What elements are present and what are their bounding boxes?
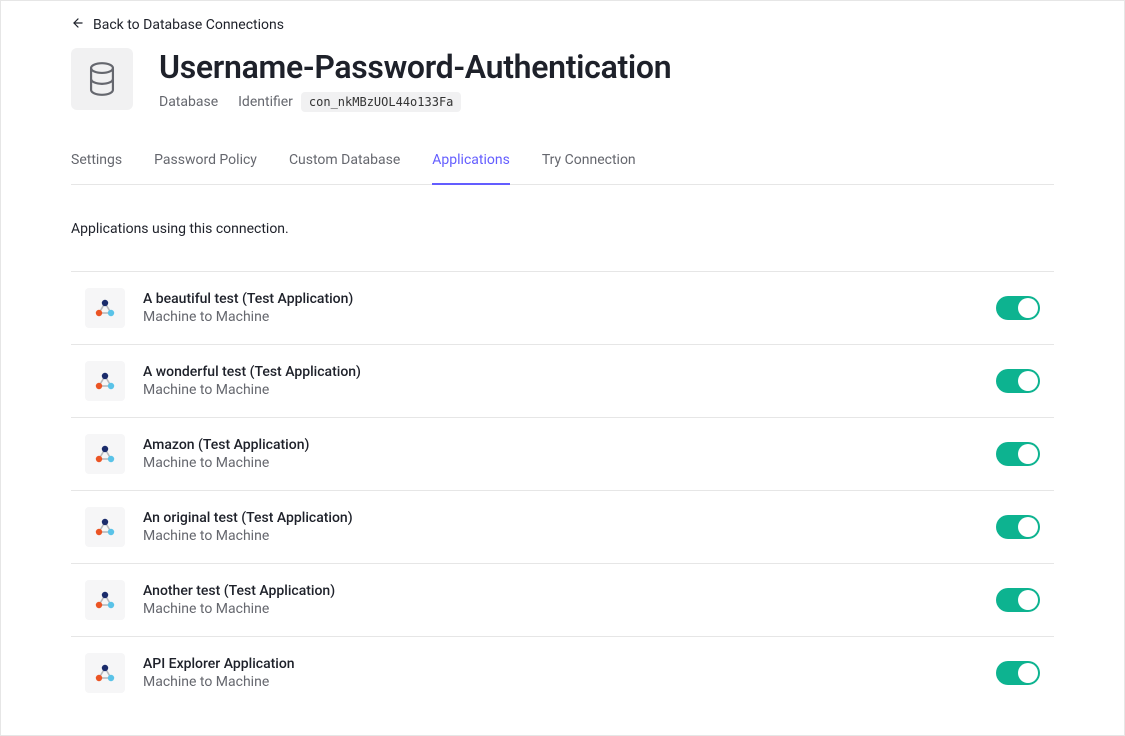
tab-bar: Settings Password Policy Custom Database Ap… (71, 152, 1054, 185)
arrow-left-icon (71, 16, 85, 34)
identifier-label: Identifier (238, 94, 293, 110)
application-name: API Explorer Application (143, 656, 978, 672)
tab-custom-database[interactable]: Custom Database (289, 152, 400, 184)
toggle-knob (1018, 590, 1038, 610)
application-info: A beautiful test (Test Application) Machi… (143, 291, 978, 325)
application-row: A wonderful test (Test Application) Machi… (71, 345, 1054, 418)
application-icon (85, 288, 125, 328)
application-row: API Explorer Application Machine to Machi… (71, 637, 1054, 709)
database-icon (71, 48, 133, 110)
application-toggle[interactable] (996, 588, 1040, 612)
application-type: Machine to Machine (143, 601, 978, 617)
application-toggle[interactable] (996, 296, 1040, 320)
application-toggle[interactable] (996, 442, 1040, 466)
application-icon (85, 507, 125, 547)
section-description: Applications using this connection. (71, 221, 1054, 237)
tab-applications[interactable]: Applications (432, 152, 510, 184)
toggle-knob (1018, 444, 1038, 464)
page-header: Username-Password-Authentication Databas… (71, 48, 1054, 112)
application-name: A wonderful test (Test Application) (143, 364, 978, 380)
tab-try-connection[interactable]: Try Connection (542, 152, 636, 184)
application-icon (85, 434, 125, 474)
application-name: Amazon (Test Application) (143, 437, 978, 453)
application-info: An original test (Test Application) Machi… (143, 510, 978, 544)
applications-list: A beautiful test (Test Application) Machi… (71, 271, 1054, 709)
application-type: Machine to Machine (143, 674, 978, 690)
page-title: Username-Password-Authentication (159, 48, 671, 86)
back-link[interactable]: Back to Database Connections (71, 16, 284, 34)
application-type: Machine to Machine (143, 382, 978, 398)
application-icon (85, 580, 125, 620)
application-row: An original test (Test Application) Machi… (71, 491, 1054, 564)
connection-type-label: Database (159, 94, 218, 110)
application-row: Another test (Test Application) Machine t… (71, 564, 1054, 637)
identifier-value[interactable]: con_nkMBzUOL44o133Fa (301, 92, 462, 112)
application-icon (85, 361, 125, 401)
application-type: Machine to Machine (143, 455, 978, 471)
application-name: An original test (Test Application) (143, 510, 978, 526)
tab-password-policy[interactable]: Password Policy (154, 152, 257, 184)
application-info: A wonderful test (Test Application) Machi… (143, 364, 978, 398)
application-row: A beautiful test (Test Application) Machi… (71, 272, 1054, 345)
tab-settings[interactable]: Settings (71, 152, 122, 184)
application-row: Amazon (Test Application) Machine to Mach… (71, 418, 1054, 491)
toggle-knob (1018, 298, 1038, 318)
application-info: Another test (Test Application) Machine t… (143, 583, 978, 617)
application-toggle[interactable] (996, 515, 1040, 539)
toggle-knob (1018, 371, 1038, 391)
toggle-knob (1018, 517, 1038, 537)
application-icon (85, 653, 125, 693)
application-type: Machine to Machine (143, 528, 978, 544)
application-type: Machine to Machine (143, 309, 978, 325)
application-toggle[interactable] (996, 661, 1040, 685)
back-link-label: Back to Database Connections (93, 17, 284, 33)
application-info: API Explorer Application Machine to Machi… (143, 656, 978, 690)
application-info: Amazon (Test Application) Machine to Mach… (143, 437, 978, 471)
application-name: Another test (Test Application) (143, 583, 978, 599)
toggle-knob (1018, 663, 1038, 683)
application-toggle[interactable] (996, 369, 1040, 393)
application-name: A beautiful test (Test Application) (143, 291, 978, 307)
